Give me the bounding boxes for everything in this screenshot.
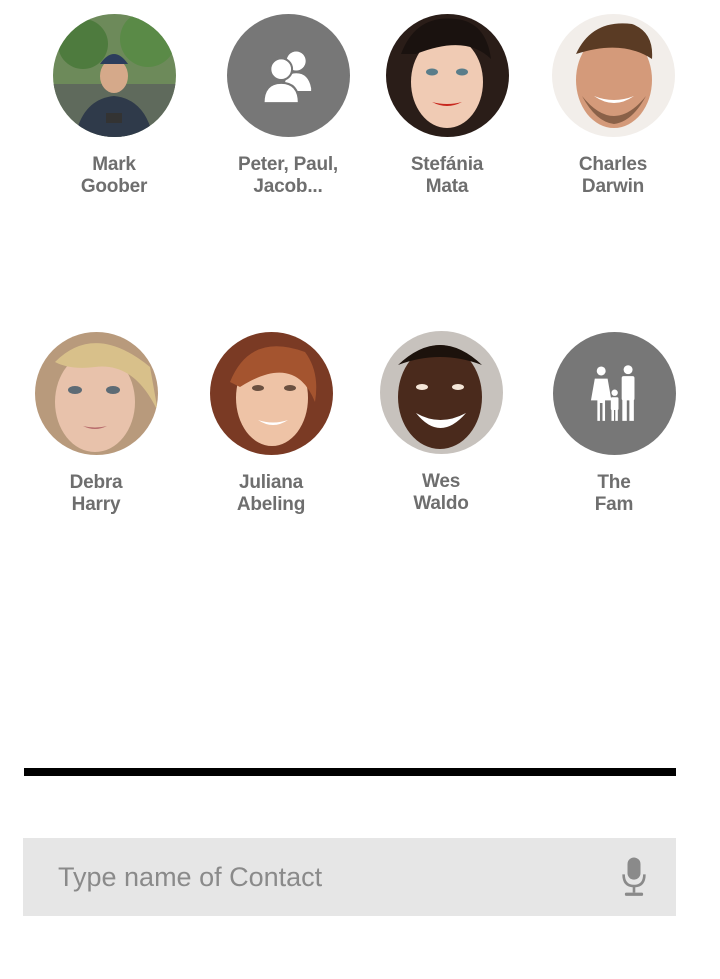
microphone-button[interactable] [604,847,664,907]
avatar [226,14,350,137]
contact-name: Debra Harry [69,472,123,515]
contact-search-bar [23,838,676,916]
contact-group-peter-paul-jacob[interactable]: Peter, Paul, Jacob... [203,14,373,198]
contact-stefania-mata[interactable]: Stefánia Mata [362,14,532,198]
group-icon [262,51,312,104]
avatar [552,332,676,455]
avatar [34,332,158,455]
contact-name: Peter, Paul, Jacob... [237,154,339,197]
avatar-photo [34,332,158,455]
contact-group-the-fam[interactable]: The Fam [529,332,699,516]
divider [24,768,676,776]
contact-juliana-abeling[interactable]: Juliana Abeling [186,332,356,516]
family-icon [590,364,635,421]
avatar-photo [385,14,509,137]
avatar [209,332,333,455]
avatar-photo [52,14,176,137]
avatar [551,14,675,137]
avatar-photo [379,331,503,454]
contact-debra-harry[interactable]: Debra Harry [11,332,181,516]
avatar-photo [551,14,675,137]
contact-wes-waldo[interactable]: Wes Waldo [356,331,526,515]
contact-name: Stefánia Mata [410,154,484,197]
contact-name: Juliana Abeling [236,472,306,515]
contact-name: The Fam [594,472,634,515]
contact-name: Charles Darwin [578,154,648,197]
contact-name: Wes Waldo [413,471,469,514]
contact-charles-darwin[interactable]: Charles Darwin [528,14,698,198]
avatar [52,14,176,137]
contact-name: Mark Goober [80,154,148,197]
microphone-icon [622,857,646,896]
avatar [385,14,509,137]
contact-mark-goober[interactable]: Mark Goober [29,14,199,198]
contact-search-input[interactable] [56,860,604,894]
avatar [379,331,503,454]
avatar-photo [209,332,333,455]
